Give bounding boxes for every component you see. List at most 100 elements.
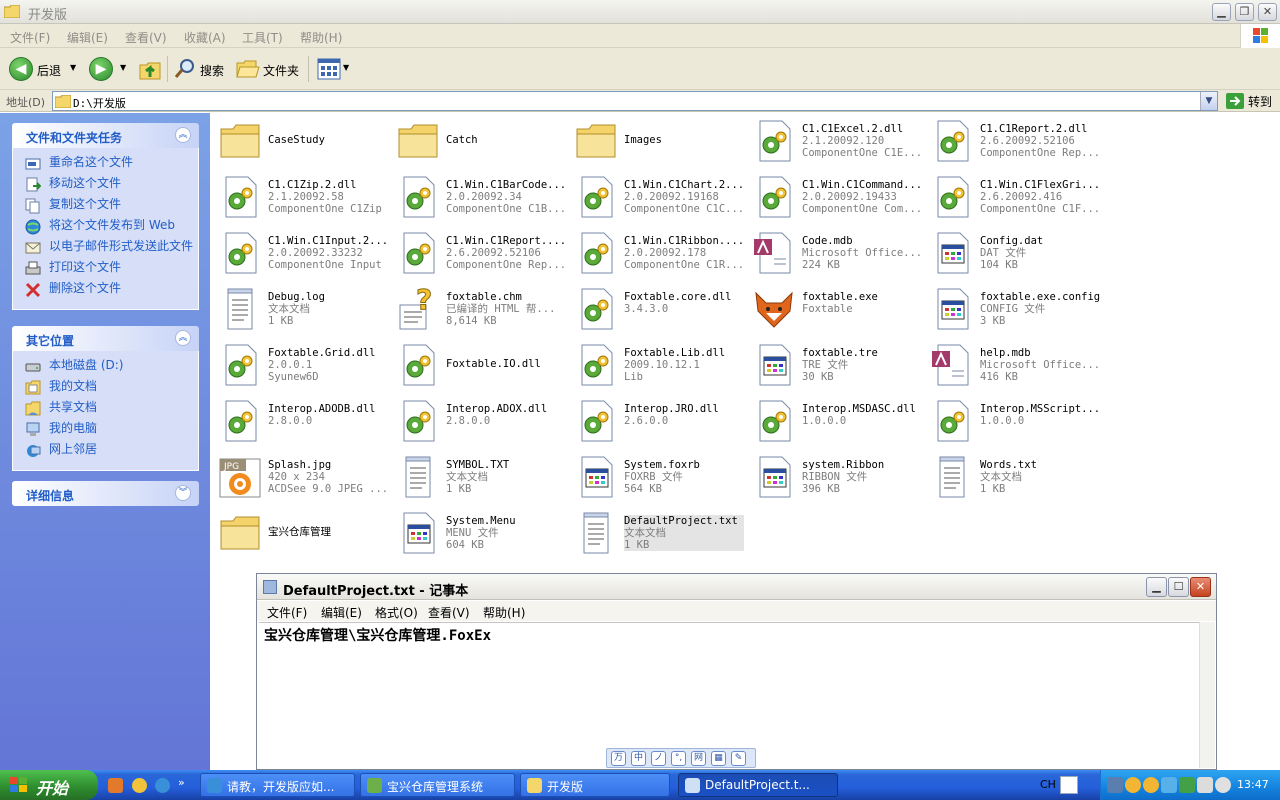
file-item[interactable]: JPG Splash.jpg 420 x 234 ACDSee 9.0 JPEG ..… <box>212 449 390 505</box>
file-item[interactable]: Images <box>568 113 746 169</box>
ime-wubi-icon[interactable]: 万 <box>611 751 626 766</box>
ime-switch-icon[interactable] <box>1060 776 1078 794</box>
language-indicator[interactable]: CH <box>1040 778 1056 791</box>
file-item[interactable]: CaseStudy <box>212 113 390 169</box>
menu-edit[interactable]: 编辑(E) <box>67 29 108 46</box>
minimize-button[interactable]: ▁ <box>1212 3 1231 21</box>
file-item[interactable]: C1.C1Excel.2.dll 2.1.20092.120 ComponentOn… <box>746 113 924 169</box>
quicklaunch-more-icon[interactable]: » <box>178 776 185 789</box>
back-arrow-icon[interactable]: ◀ <box>9 57 33 81</box>
tray-qq2-icon[interactable] <box>1143 777 1159 793</box>
file-item[interactable]: C1.Win.C1BarCode... 2.0.20092.34 Component… <box>390 169 568 225</box>
task-link[interactable]: 本地磁盘 (D:) <box>25 359 198 375</box>
file-item[interactable]: Words.txt 文本文档 1 KB <box>924 449 1102 505</box>
file-item[interactable]: C1.Win.C1Chart.2... 2.0.20092.19168 Compon… <box>568 169 746 225</box>
task-link[interactable]: 我的文档 <box>25 380 198 396</box>
go-button[interactable]: 转到 <box>1224 92 1276 110</box>
task-link[interactable]: 网上邻居 <box>25 443 198 459</box>
expand-chevron-icon[interactable]: ︾ <box>175 485 191 501</box>
file-item[interactable]: Code.mdb Microsoft Office... 224 KB <box>746 225 924 281</box>
task-link[interactable]: 重命名这个文件 <box>25 156 198 172</box>
file-item[interactable]: Foxtable.Grid.dll 2.0.0.1 Syunew6D <box>212 337 390 393</box>
folders-button-label[interactable]: 文件夹 <box>263 62 299 79</box>
forward-dropdown-icon[interactable]: ▼ <box>120 63 126 72</box>
taskbar-button[interactable]: 开发版 <box>520 773 670 797</box>
tray-network-icon[interactable] <box>1107 777 1123 793</box>
file-item[interactable]: C1.Win.C1Report.... 2.6.20092.52106 Compon… <box>390 225 568 281</box>
file-item[interactable]: Interop.ADODB.dll 2.8.0.0 <box>212 393 390 449</box>
forward-arrow-icon[interactable]: ▶ <box>89 57 113 81</box>
tray-sync-icon[interactable] <box>1161 777 1177 793</box>
file-item[interactable]: Foxtable.core.dll 3.4.3.0 <box>568 281 746 337</box>
task-link[interactable]: 删除这个文件 <box>25 282 198 298</box>
file-item[interactable]: foxtable.tre TRE 文件 30 KB <box>746 337 924 393</box>
notepad-menu-help[interactable]: 帮助(H) <box>483 604 525 621</box>
menu-view[interactable]: 查看(V) <box>125 29 167 46</box>
notepad-close-button[interactable]: ✕ <box>1190 577 1211 597</box>
tray-volume-icon[interactable] <box>1197 777 1213 793</box>
file-item[interactable]: Interop.MSDASC.dll 1.0.0.0 <box>746 393 924 449</box>
task-link[interactable]: 将这个文件发布到 Web <box>25 219 198 235</box>
file-item[interactable]: C1.C1Report.2.dll 2.6.20092.52106 Componen… <box>924 113 1102 169</box>
menu-help[interactable]: 帮助(H) <box>300 29 342 46</box>
search-icon[interactable] <box>173 57 197 81</box>
close-button[interactable]: ✕ <box>1258 3 1277 21</box>
notepad-menu-format[interactable]: 格式(O) <box>375 604 418 621</box>
file-item[interactable]: help.mdb Microsoft Office... 416 KB <box>924 337 1102 393</box>
task-link[interactable]: 复制这个文件 <box>25 198 198 214</box>
views-dropdown-icon[interactable]: ▼ <box>343 63 349 72</box>
notepad-maximize-button[interactable]: ☐ <box>1168 577 1189 597</box>
start-button[interactable]: 开始 <box>0 770 98 800</box>
menu-file[interactable]: 文件(F) <box>10 29 50 46</box>
file-item[interactable]: System.foxrb FOXRB 文件 564 KB <box>568 449 746 505</box>
panel-header[interactable]: 其它位置 ︽ <box>12 326 199 351</box>
file-item[interactable]: C1.Win.C1Ribbon.... 2.0.20092.178 Componen… <box>568 225 746 281</box>
views-icon[interactable] <box>317 58 341 80</box>
file-item[interactable]: Catch <box>390 113 568 169</box>
ime-web-icon[interactable]: 网 <box>691 751 706 766</box>
ime-settings-icon[interactable]: ✎ <box>731 751 746 766</box>
file-item[interactable]: Interop.JRO.dll 2.6.0.0 <box>568 393 746 449</box>
file-item[interactable]: System.Menu MENU 文件 604 KB <box>390 505 568 561</box>
back-button-label[interactable]: 后退 <box>37 62 61 79</box>
file-item[interactable]: C1.Win.C1FlexGri... 2.6.20092.416 Componen… <box>924 169 1102 225</box>
tray-security-icon[interactable] <box>1179 777 1195 793</box>
collapse-chevron-icon[interactable]: ︽ <box>175 330 191 346</box>
address-dropdown-icon[interactable]: ▼ <box>1200 92 1217 110</box>
file-item[interactable]: C1.Win.C1Input.2... 2.0.20092.33232 Compon… <box>212 225 390 281</box>
ime-keyboard-icon[interactable]: ▦ <box>711 751 726 766</box>
file-item[interactable]: Foxtable.IO.dll <box>390 337 568 393</box>
task-link[interactable]: 共享文档 <box>25 401 198 417</box>
file-item[interactable]: SYMBOL.TXT 文本文档 1 KB <box>390 449 568 505</box>
file-item[interactable]: foxtable.exe Foxtable <box>746 281 924 337</box>
notepad-titlebar[interactable]: DefaultProject.txt - 记事本 ▁ ☐ ✕ <box>257 574 1216 600</box>
file-item[interactable]: ? foxtable.chm 已编译的 HTML 帮... 8,614 KB <box>390 281 568 337</box>
notepad-text-area[interactable]: 宝兴仓库管理\宝兴仓库管理.FoxEx <box>259 622 1199 768</box>
tray-help-icon[interactable] <box>1215 777 1231 793</box>
file-item[interactable]: Config.dat DAT 文件 104 KB <box>924 225 1102 281</box>
notepad-menu-view[interactable]: 查看(V) <box>428 604 470 621</box>
menu-tools[interactable]: 工具(T) <box>242 29 283 46</box>
file-item[interactable]: Foxtable.Lib.dll 2009.10.12.1 Lib <box>568 337 746 393</box>
explorer-titlebar[interactable]: 开发版 ▁ ❐ ✕ <box>0 0 1280 24</box>
maximize-button[interactable]: ❐ <box>1235 3 1254 21</box>
file-item[interactable]: Debug.log 文本文档 1 KB <box>212 281 390 337</box>
task-link[interactable]: 以电子邮件形式发送此文件 <box>25 240 198 256</box>
folders-icon[interactable] <box>236 58 260 80</box>
taskbar-button[interactable]: 请教，开发版应如... <box>200 773 355 797</box>
quicklaunch-qq-icon[interactable] <box>132 778 147 793</box>
up-folder-icon[interactable] <box>138 57 162 81</box>
file-item[interactable]: C1.C1Zip.2.dll 2.1.20092.58 ComponentOne C… <box>212 169 390 225</box>
file-item[interactable]: foxtable.exe.config CONFIG 文件 3 KB <box>924 281 1102 337</box>
collapse-chevron-icon[interactable]: ︽ <box>175 127 191 143</box>
address-input[interactable]: D:\开发版 ▼ <box>52 91 1218 111</box>
back-dropdown-icon[interactable]: ▼ <box>70 63 76 72</box>
task-link[interactable]: 我的电脑 <box>25 422 198 438</box>
file-item[interactable]: C1.Win.C1Command... 2.0.20092.19433 Compon… <box>746 169 924 225</box>
quicklaunch-ie-icon[interactable] <box>155 778 170 793</box>
task-link[interactable]: 移动这个文件 <box>25 177 198 193</box>
notepad-menu-edit[interactable]: 编辑(E) <box>321 604 362 621</box>
file-item[interactable]: 宝兴仓库管理 <box>212 505 390 561</box>
notepad-minimize-button[interactable]: ▁ <box>1146 577 1167 597</box>
file-item[interactable]: system.Ribbon RIBBON 文件 396 KB <box>746 449 924 505</box>
